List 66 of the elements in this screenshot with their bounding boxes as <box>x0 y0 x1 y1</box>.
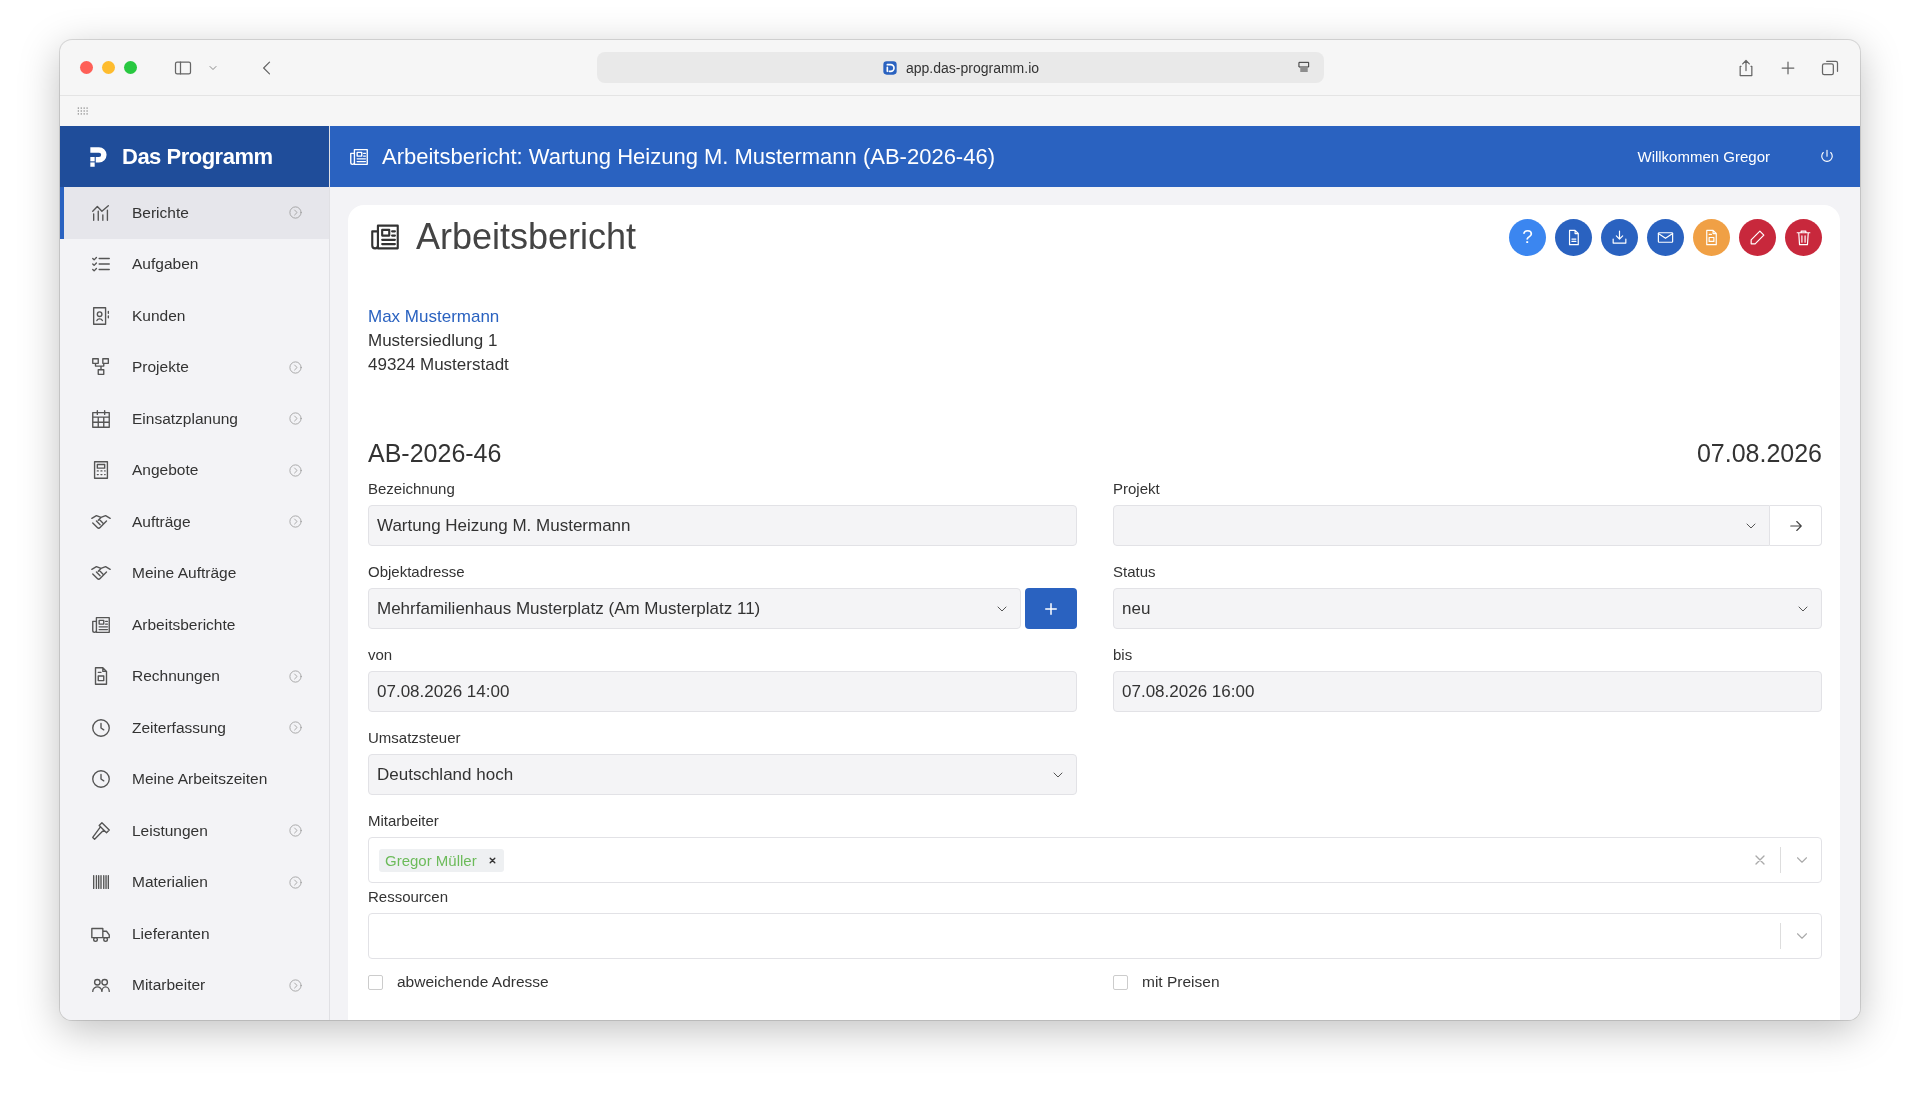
sidebar-item[interactable]: Projekte <box>60 341 329 393</box>
sidebar-item[interactable]: Einsatzplanung <box>60 393 329 445</box>
reader-icon[interactable] <box>1296 59 1312 75</box>
sidebar-item[interactable]: Mitarbeiter <box>60 959 329 1011</box>
hammer-icon <box>90 819 112 842</box>
contact-card-icon <box>90 304 112 327</box>
pdf-button[interactable] <box>1555 218 1592 256</box>
sidebar-item[interactable]: Arbeitsberichte <box>60 599 329 651</box>
mail-button[interactable] <box>1647 218 1684 256</box>
report-number: AB-2026-46 <box>368 439 502 467</box>
download-button[interactable] <box>1601 218 1638 256</box>
multi-select-field[interactable] <box>368 913 1822 959</box>
checkbox[interactable] <box>1113 974 1128 990</box>
help-button[interactable]: ? <box>1509 218 1546 256</box>
report-date: 07.08.2026 <box>1696 439 1822 467</box>
sidebar-item[interactable]: Meine Aufträge <box>60 547 329 599</box>
sidebar-item[interactable]: Zeiterfassung <box>60 702 329 754</box>
url-text[interactable]: app.das-programm.io <box>905 59 1040 76</box>
tag-label: Gregor Müller <box>385 851 477 869</box>
checkbox-label: abweichende Adresse <box>397 973 549 991</box>
add-button[interactable] <box>1025 588 1077 629</box>
field-label: Mitarbeiter <box>368 811 439 831</box>
sidebar-item[interactable]: Aufträge <box>60 496 329 548</box>
sidebar-item[interactable]: Angebote <box>60 444 329 496</box>
sidebar-item[interactable]: Rechnungen <box>60 650 329 702</box>
sidebar-item[interactable]: Aufgaben <box>60 238 329 290</box>
input-field[interactable]: Wartung Heizung M. Mustermann <box>368 505 1077 546</box>
sidebar-item[interactable]: Kunden <box>60 290 329 342</box>
address-line: Mustersiedlung 1 <box>368 330 498 352</box>
sidebar-item[interactable]: Materialien <box>60 856 329 908</box>
close-window-button[interactable] <box>80 61 93 74</box>
select-field[interactable] <box>1113 505 1770 546</box>
customer-link[interactable]: Max Mustermann <box>368 305 500 329</box>
field-label: Objektadresse <box>368 562 465 582</box>
address-line: 49324 Musterstadt <box>368 354 509 376</box>
sidebar-item[interactable]: Lieferanten <box>60 908 329 960</box>
clock-icon <box>90 768 112 791</box>
field-label: Status <box>1113 562 1156 582</box>
select-field[interactable]: Mehrfamilienhaus Musterplatz (Am Musterplatz 11) <box>368 588 1021 629</box>
field-label: Projekt <box>1113 479 1160 499</box>
document-button[interactable] <box>1693 218 1730 256</box>
field-label: bis <box>1113 645 1133 665</box>
maximize-window-button[interactable] <box>124 61 137 74</box>
checkbox[interactable] <box>368 974 383 990</box>
calendar-icon <box>90 407 112 430</box>
input-field[interactable]: 07.08.2026 16:00 <box>1113 671 1822 712</box>
clock-icon <box>90 716 112 739</box>
logo-text: Das Programm <box>122 143 273 170</box>
address-bar[interactable]: app.das-programm.io <box>597 52 1324 83</box>
select-field[interactable]: neu <box>1113 588 1822 629</box>
welcome-text: Willkommen Gregor <box>1637 148 1770 165</box>
field-label: von <box>368 645 393 665</box>
input-field[interactable]: 07.08.2026 14:00 <box>368 671 1077 712</box>
sidebar-item[interactable]: Berichte <box>60 187 329 239</box>
page-title: Arbeitsbericht <box>416 216 637 258</box>
field-label: Bezeichnung <box>368 479 455 499</box>
field-label: Umsatzsteuer <box>368 728 461 748</box>
page-header-title: Arbeitsbericht: Wartung Heizung M. Mustermann (AB-2026-46) <box>382 143 995 170</box>
site-icon <box>881 59 898 76</box>
sidebar-item[interactable]: Meine Arbeitszeiten <box>60 753 329 805</box>
checkbox-label: mit Preisen <box>1142 973 1220 991</box>
sidebar-item[interactable]: Leistungen <box>60 805 329 857</box>
select-field[interactable]: Deutschland hoch <box>368 754 1077 795</box>
edit-button[interactable] <box>1739 218 1776 256</box>
field-label: Ressourcen <box>368 887 449 907</box>
delete-button[interactable] <box>1785 218 1822 256</box>
